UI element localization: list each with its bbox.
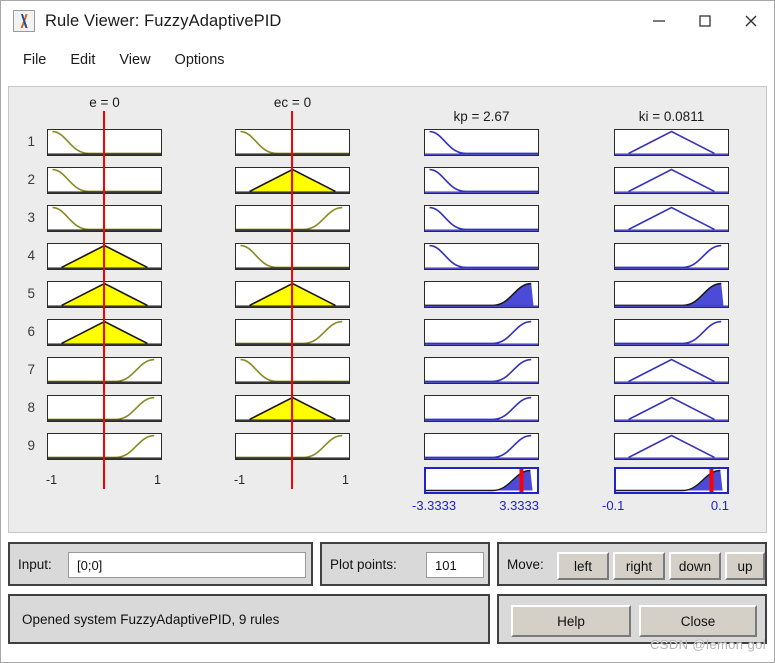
input-indicator-e[interactable] [103,111,105,489]
plot-points-group: Plot points: 101 [320,542,490,586]
rule-number: 9 [27,438,35,453]
mf-plot-ki-rule6 [614,319,729,346]
input-indicator-ec[interactable] [291,111,293,489]
mf-plot-ki-rule8 [614,395,729,422]
move-group: Move: left right down up [497,542,767,586]
axis-min-ec: -1 [234,473,246,487]
axis-max-e: 1 [154,473,161,487]
mf-plot-kp-rule4 [424,243,539,270]
menu-edit[interactable]: Edit [58,48,107,72]
column-header-ki: ki = 0.0811 [638,109,705,124]
move-up-button[interactable]: up [725,552,765,580]
aggregate-output-kp [424,467,539,494]
mf-plot-ki-rule9 [614,433,729,460]
mf-plot-ki-rule7 [614,357,729,384]
mf-plot-kp-rule1 [424,129,539,156]
column-header-kp: kp = 2.67 [453,109,510,124]
mf-plot-ki-rule1 [614,129,729,156]
title-bar: Rule Viewer: FuzzyAdaptivePID [1,1,774,41]
mf-plot-ki-rule2 [614,167,729,194]
plot-points-field[interactable]: 101 [426,552,484,578]
rule-number: 3 [27,210,35,225]
mf-plot-ki-rule3 [614,205,729,232]
menu-options[interactable]: Options [163,48,237,72]
window-title: Rule Viewer: FuzzyAdaptivePID [45,11,282,30]
mf-plot-kp-rule8 [424,395,539,422]
status-message: Opened system FuzzyAdaptivePID, 9 rules [8,594,490,644]
mf-plot-ki-rule4 [614,243,729,270]
watermark: CSDN @lemon gol [649,637,766,652]
close-icon[interactable] [728,1,774,41]
move-left-button[interactable]: left [557,552,609,580]
menu-view[interactable]: View [107,48,162,72]
rule-number: 1 [27,134,35,149]
close-button[interactable]: Close [639,605,757,637]
rule-number: 2 [27,172,35,187]
rule-number: 8 [27,400,35,415]
window-buttons [636,1,774,41]
input-group: Input: [0;0] [8,542,313,586]
rule-number: 4 [27,248,35,263]
axis-max-kp: 3.3333 [499,498,539,513]
move-down-button[interactable]: down [669,552,721,580]
menu-file[interactable]: File [11,48,58,72]
help-button[interactable]: Help [511,605,631,637]
rule-number: 5 [27,286,35,301]
mf-plot-kp-rule7 [424,357,539,384]
menu-bar: File Edit View Options [1,41,774,79]
axis-min-ki: -0.1 [602,498,625,513]
rule-viewer-window: Rule Viewer: FuzzyAdaptivePID File Edit … [0,0,775,663]
rule-number: 6 [27,324,35,339]
rule-plot-panel: e = 0 ec = 0 kp = 2.67 ki = 0.0811 1 2 3 4 5 6 7 8 9… [8,86,767,533]
mf-plot-ki-rule5 [614,281,729,308]
move-label: Move: [507,557,544,572]
axis-min-kp: -3.3333 [412,498,457,513]
mf-plot-kp-rule9 [424,433,539,460]
axis-min-e: -1 [46,473,58,487]
axis-max-ki: 0.1 [710,498,729,513]
mf-plot-kp-rule3 [424,205,539,232]
move-right-button[interactable]: right [613,552,665,580]
rule-number: 7 [27,362,35,377]
input-field[interactable]: [0;0] [68,552,306,578]
minimize-icon[interactable] [636,1,682,41]
mf-plot-kp-rule2 [424,167,539,194]
column-header-e: e = 0 [89,95,120,110]
axis-max-ec: 1 [342,473,349,487]
matlab-icon [13,10,35,32]
input-label: Input: [18,557,52,572]
plot-points-label: Plot points: [330,557,397,572]
mf-plot-kp-rule6 [424,319,539,346]
mf-plot-kp-rule5 [424,281,539,308]
aggregate-output-ki [614,467,729,494]
maximize-icon[interactable] [682,1,728,41]
column-header-ec: ec = 0 [273,95,312,110]
